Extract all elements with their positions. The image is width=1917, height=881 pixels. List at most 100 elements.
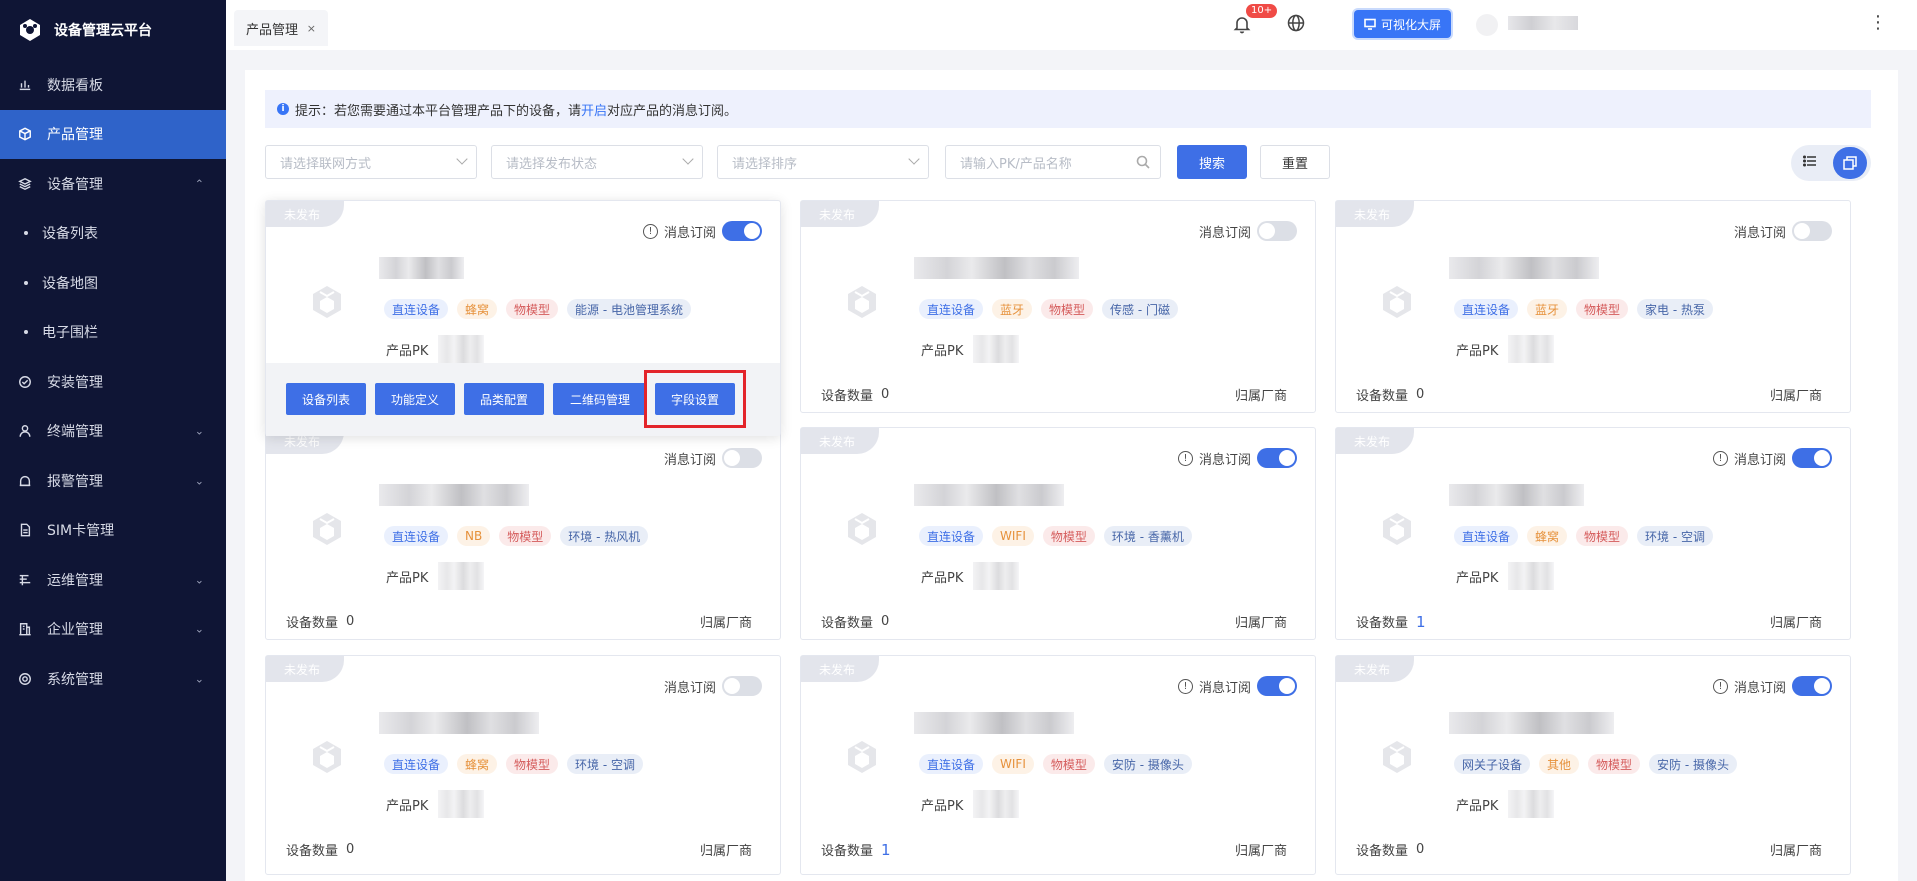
- product-name-redacted[interactable]: [914, 712, 1074, 734]
- sidebar-item[interactable]: SIM卡管理: [0, 506, 226, 556]
- card-action-button[interactable]: 品类配置: [464, 383, 544, 415]
- bigscreen-button[interactable]: 可视化大屏: [1354, 10, 1452, 38]
- chevron-up-icon[interactable]: ⌃: [195, 177, 204, 190]
- chevron-down-icon: [682, 153, 694, 165]
- product-name-redacted[interactable]: [914, 484, 1064, 506]
- sidebar-item[interactable]: 终端管理 ⌄: [0, 407, 226, 457]
- product-card[interactable]: 未发布! 消息订阅 直连设备 WIFI 物模型 安防 - 摄像头 产品PK 设备数量 1 归属厂商: [800, 655, 1316, 875]
- product-card[interactable]: 未发布! 消息订阅 直连设备 蜂窝 物模型 环境 - 空调 产品PK 设备数量 1 归属厂商: [1335, 427, 1851, 640]
- device-count-value[interactable]: 1: [1416, 613, 1426, 631]
- product-pk: 产品PK: [386, 562, 485, 590]
- chevron-down-icon[interactable]: ⌄: [195, 623, 204, 636]
- unpublished-badge: 未发布: [801, 201, 879, 227]
- sidebar-item[interactable]: 系统管理 ⌄: [0, 654, 226, 704]
- subscribe-toggle[interactable]: [1792, 221, 1832, 241]
- product-tag: 直连设备: [384, 299, 449, 319]
- network-select[interactable]: 请选择联网方式: [265, 145, 477, 179]
- product-name-redacted[interactable]: [1449, 257, 1599, 279]
- subscribe-toggle[interactable]: [722, 448, 762, 468]
- card-view-icon[interactable]: [1833, 147, 1867, 179]
- subscribe-toggle[interactable]: [1792, 676, 1832, 696]
- card-action-button[interactable]: 功能定义: [375, 383, 455, 415]
- reset-button[interactable]: 重置: [1260, 145, 1330, 179]
- product-pk: 产品PK: [1456, 790, 1555, 818]
- pk-value-redacted: [438, 790, 485, 818]
- bullet-dot: [24, 280, 28, 285]
- product-tag: 直连设备: [919, 299, 984, 319]
- device-count-label: 设备数量: [821, 844, 874, 859]
- pk-value-redacted: [1508, 335, 1555, 363]
- product-card[interactable]: 未发布! 消息订阅 网关子设备 其他 物模型 安防 - 摄像头 产品PK 设备数量 0 归属厂商: [1335, 655, 1851, 875]
- subscribe-toggle[interactable]: [722, 676, 762, 696]
- unpublished-badge: 未发布: [801, 428, 879, 454]
- subscribe-label: 消息订阅: [1198, 225, 1251, 241]
- product-card[interactable]: 未发布 消息订阅 直连设备 NB 物模型 环境 - 热风机 产品PK 设备数量 0 归属厂商: [265, 427, 781, 640]
- more-menu-icon[interactable]: ⋮: [1869, 14, 1887, 32]
- product-card[interactable]: 未发布! 消息订阅 直连设备 蜂窝 物模型 能源 - 电池管理系统 产品PK 设备列表 功能定义…: [265, 200, 781, 436]
- product-tag: 家电 - 热泵: [1637, 299, 1714, 319]
- pk-label: 产品PK: [921, 798, 964, 814]
- product-name-redacted[interactable]: [379, 484, 529, 506]
- sidebar-item[interactable]: 安装管理: [0, 357, 226, 407]
- card-action-button[interactable]: 二维码管理: [553, 383, 647, 415]
- sidebar-item[interactable]: 运维管理 ⌄: [0, 555, 226, 605]
- warning-icon: !: [1712, 450, 1728, 466]
- sidebar-subitem[interactable]: 电子围栏: [0, 308, 226, 358]
- sidebar-subitem[interactable]: 设备列表: [0, 209, 226, 259]
- device-count-value[interactable]: 1: [881, 841, 891, 859]
- subscribe-control: ! 消息订阅: [642, 221, 762, 241]
- product-name-redacted[interactable]: [379, 257, 464, 279]
- subscribe-toggle[interactable]: [1257, 676, 1297, 696]
- tab-close-icon[interactable]: ×: [307, 22, 316, 35]
- subscribe-control: ! 消息订阅: [1177, 448, 1297, 468]
- sidebar-item[interactable]: 数据看板: [0, 60, 226, 110]
- vendor-label: 归属厂商: [1769, 844, 1822, 859]
- product-icon: [845, 511, 879, 547]
- chevron-down-icon[interactable]: ⌄: [195, 425, 204, 438]
- username-redacted[interactable]: [1508, 16, 1578, 30]
- sidebar-item[interactable]: 产品管理: [0, 109, 226, 159]
- card-action-button[interactable]: 设备列表: [286, 383, 366, 415]
- product-card[interactable]: 未发布! 消息订阅 直连设备 WIFI 物模型 环境 - 香薰机 产品PK 设备数量 0 归属厂商: [800, 427, 1316, 640]
- subscribe-toggle[interactable]: [1792, 448, 1832, 468]
- sidebar-item-label: 运维管理: [47, 572, 103, 589]
- product-name-redacted[interactable]: [914, 257, 1079, 279]
- notice-enable-link[interactable]: 开启: [581, 104, 607, 119]
- list-view-icon[interactable]: [1802, 154, 1821, 172]
- subscribe-toggle[interactable]: [722, 221, 762, 241]
- chevron-down-icon[interactable]: ⌄: [195, 573, 204, 586]
- product-card[interactable]: 未发布 消息订阅 直连设备 蜂窝 物模型 环境 - 空调 产品PK 设备数量 0 归属厂商: [265, 655, 781, 875]
- brand-logo-icon: [16, 16, 44, 44]
- product-tag: 物模型: [1042, 754, 1095, 774]
- chevron-down-icon[interactable]: ⌄: [195, 672, 204, 685]
- sidebar-item[interactable]: 报警管理 ⌄: [0, 456, 226, 506]
- product-icon: [310, 284, 344, 320]
- globe-icon[interactable]: [1287, 14, 1307, 34]
- search-input[interactable]: 请输入PK/产品名称: [945, 145, 1161, 179]
- product-tag: 直连设备: [384, 754, 449, 774]
- status-select[interactable]: 请选择发布状态: [491, 145, 703, 179]
- device-count: 设备数量 0: [821, 385, 889, 404]
- product-name-redacted[interactable]: [379, 712, 539, 734]
- product-tag: 直连设备: [919, 526, 984, 546]
- device-count: 设备数量 0: [1356, 840, 1424, 859]
- warning-icon: !: [642, 223, 658, 239]
- product-card[interactable]: 未发布 消息订阅 直连设备 蓝牙 物模型 传感 - 门磁 产品PK 设备数量 0 归属厂商: [800, 200, 1316, 413]
- product-card[interactable]: 未发布 消息订阅 直连设备 蓝牙 物模型 家电 - 热泵 产品PK 设备数量 0 归属厂商: [1335, 200, 1851, 413]
- chevron-down-icon[interactable]: ⌄: [195, 474, 204, 487]
- search-button[interactable]: 搜索: [1177, 145, 1247, 179]
- avatar[interactable]: [1476, 14, 1498, 36]
- product-tag: 蜂窝: [457, 754, 498, 774]
- product-name-redacted[interactable]: [1449, 484, 1584, 506]
- sort-select[interactable]: 请选择排序: [717, 145, 929, 179]
- sidebar-item[interactable]: 企业管理 ⌄: [0, 605, 226, 655]
- device-count-value: 0: [1416, 842, 1425, 857]
- subscribe-toggle[interactable]: [1257, 221, 1297, 241]
- sidebar-item[interactable]: 设备管理 ⌃: [0, 159, 226, 209]
- product-name-redacted[interactable]: [1449, 712, 1614, 734]
- product-pk: 产品PK: [1456, 562, 1555, 590]
- sidebar-subitem[interactable]: 设备地图: [0, 258, 226, 308]
- unpublished-badge: 未发布: [266, 656, 344, 682]
- tab-product-management[interactable]: 产品管理 ×: [234, 10, 329, 46]
- subscribe-toggle[interactable]: [1257, 448, 1297, 468]
